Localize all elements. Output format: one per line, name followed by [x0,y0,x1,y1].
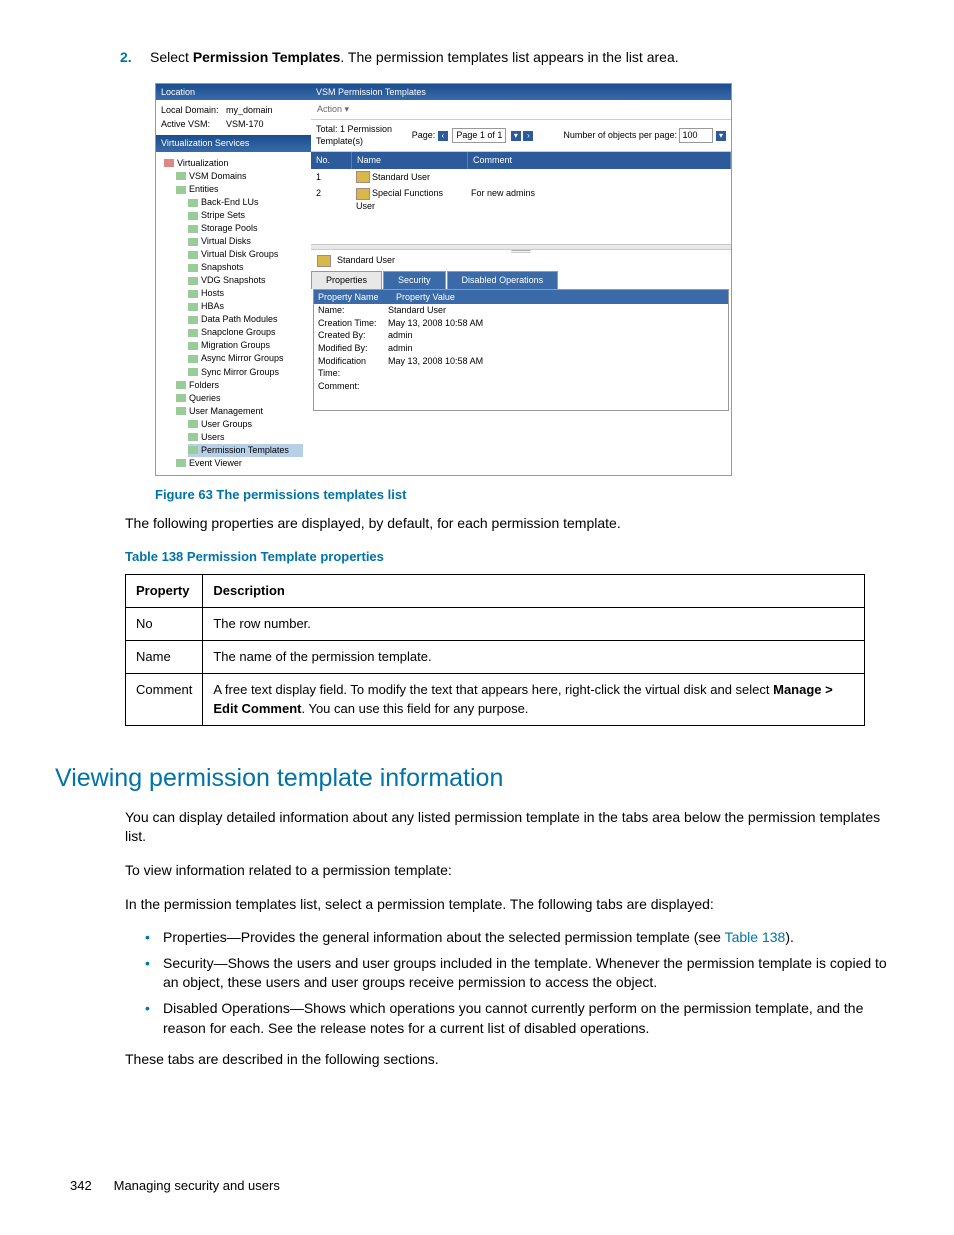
vserv-bar: Virtualization Services [156,135,311,152]
tree-node[interactable]: User Groups [188,418,303,431]
tree-node[interactable]: Migration Groups [188,339,303,352]
tree-node[interactable]: VDG Snapshots [188,274,303,287]
step-text: Select Permission Templates. The permiss… [150,48,899,68]
screenshot-figure: Location Local Domain:my_domain Active V… [155,83,732,476]
intro-paragraph: The following properties are displayed, … [125,514,899,534]
tree-node[interactable]: Snapclone Groups [188,326,303,339]
tree-node[interactable]: Hosts [188,287,303,300]
template-icon [317,255,331,267]
tree-node[interactable]: Back-End LUs [188,196,303,209]
nav-tree[interactable]: VirtualizationVSM DomainsEntitiesBack-En… [156,152,311,475]
page-dropdown[interactable]: ▾ [511,131,521,141]
tree-node[interactable]: Data Path Modules [188,313,303,326]
page-number: 342 [70,1177,110,1195]
tab-disabled-operations[interactable]: Disabled Operations [447,271,559,289]
tree-node[interactable]: VSM Domains [176,170,303,183]
step-number: 2. [120,48,150,68]
pager[interactable]: Page: ‹ Page 1 of 1 ▾ › [412,128,534,143]
table-row: NameThe name of the permission template. [126,641,865,674]
action-menu[interactable]: Action ▾ [311,100,731,120]
section-heading: Viewing permission template information [55,761,899,796]
page-next-button[interactable]: › [523,131,533,141]
tree-node[interactable]: Sync Mirror Groups [188,366,303,379]
figure-caption: Figure 63 The permissions templates list [155,486,899,504]
tree-node[interactable]: Event Viewer [176,457,303,470]
table-row[interactable]: 2Special Functions UserFor new admins [311,185,731,214]
tree-node[interactable]: Storage Pools [188,222,303,235]
objects-dropdown[interactable]: ▾ [716,131,726,141]
list-item: Security—Shows the users and user groups… [145,954,899,993]
tree-node[interactable]: Virtual Disk Groups [188,248,303,261]
table-row: NoThe row number. [126,608,865,641]
list-item: Properties—Provides the general informat… [145,928,899,948]
tab-properties[interactable]: Properties [311,271,382,289]
tree-node[interactable]: Queries [176,392,303,405]
paragraph: To view information related to a permiss… [125,861,899,881]
bullet-list: Properties—Provides the general informat… [145,928,899,1038]
properties-table: PropertyDescription NoThe row number. Na… [125,574,865,726]
total-label: Total: 1 Permission Template(s) [316,123,412,148]
location-bar: Location [156,84,311,101]
tree-node[interactable]: Folders [176,379,303,392]
tab-security[interactable]: Security [383,271,446,289]
table-link[interactable]: Table 138 [725,929,786,945]
objects-label: Number of objects per page: [563,130,677,140]
objects-input[interactable]: 100 [679,128,713,143]
paragraph: In the permission templates list, select… [125,895,899,915]
tree-node[interactable]: Entities [176,183,303,196]
page-footer: 342 Managing security and users [70,1177,280,1195]
tree-node[interactable]: User Management [176,405,303,418]
tree-node[interactable]: Virtualization [164,157,303,170]
tree-node[interactable]: Async Mirror Groups [188,352,303,365]
tree-node[interactable]: Virtual Disks [188,235,303,248]
tree-node[interactable]: Snapshots [188,261,303,274]
right-title: VSM Permission Templates [311,84,731,101]
step-2: 2. Select Permission Templates. The perm… [120,48,899,68]
tree-node[interactable]: Users [188,431,303,444]
tree-node[interactable]: HBAs [188,300,303,313]
paragraph: These tabs are described in the followin… [125,1050,899,1070]
table-row: CommentA free text display field. To mod… [126,674,865,725]
list-body[interactable]: 1Standard User2Special Functions UserFor… [311,169,731,215]
footer-title: Managing security and users [114,1178,280,1193]
tree-node[interactable]: Stripe Sets [188,209,303,222]
list-item: Disabled Operations—Shows which operatio… [145,999,899,1038]
tree-node[interactable]: Permission Templates [188,444,303,457]
paragraph: You can display detailed information abo… [125,808,899,847]
page-prev-button[interactable]: ‹ [438,131,448,141]
table-row[interactable]: 1Standard User [311,169,731,186]
list-column-header[interactable]: No. Name Comment [311,152,731,169]
table-caption: Table 138 Permission Template properties [125,548,899,566]
